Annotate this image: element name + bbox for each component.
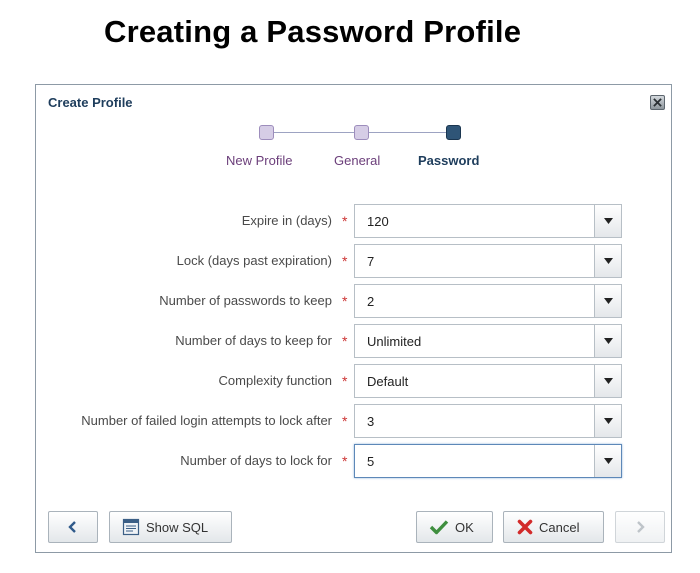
dropdown-button[interactable]	[594, 365, 621, 397]
ok-label: OK	[455, 519, 474, 535]
cancel-label: Cancel	[539, 519, 580, 535]
train-connector	[369, 132, 449, 133]
field-label: Number of days to keep for	[175, 333, 332, 348]
select-value: 7	[367, 254, 375, 269]
required-mark: *	[342, 373, 348, 389]
chevron-down-icon	[603, 258, 613, 264]
lock-duration-select[interactable]: 5	[354, 444, 622, 478]
slide-title: Creating a Password Profile	[104, 14, 522, 49]
next-button[interactable]	[615, 511, 665, 543]
train-stop-general[interactable]	[354, 125, 369, 140]
select-value: 2	[367, 294, 375, 309]
required-mark: *	[342, 213, 348, 229]
train-label-general[interactable]: General	[334, 153, 380, 168]
dropdown-button[interactable]	[594, 285, 621, 317]
show-sql-label: Show SQL	[146, 519, 209, 535]
field-label: Number of failed login attempts to lock …	[81, 413, 332, 428]
train-label-new-profile[interactable]: New Profile	[226, 153, 292, 168]
create-profile-dialog: Create Profile New Profile General Passw…	[35, 84, 672, 553]
ok-button[interactable]: OK	[416, 511, 493, 543]
required-mark: *	[342, 333, 348, 349]
chevron-left-icon	[68, 521, 76, 533]
required-mark: *	[342, 453, 348, 469]
train-stop-new-profile[interactable]	[259, 125, 274, 140]
dropdown-button[interactable]	[594, 325, 621, 357]
days-keep-select[interactable]: Unlimited	[354, 324, 622, 358]
cancel-button[interactable]: Cancel	[503, 511, 604, 543]
dropdown-button[interactable]	[594, 445, 621, 477]
form-row-failed-attempts: Number of failed login attempts to lock …	[36, 404, 671, 438]
select-value: 120	[367, 214, 389, 229]
show-sql-button[interactable]: Show SQL	[109, 511, 232, 543]
sql-document-icon	[122, 518, 140, 536]
train-label-password: Password	[418, 153, 480, 168]
field-label: Expire in (days)	[241, 213, 332, 228]
field-label: Lock (days past expiration)	[176, 253, 332, 268]
select-value: 5	[367, 454, 375, 469]
cancel-x-icon	[517, 519, 533, 535]
checkmark-icon	[429, 520, 449, 535]
passwords-keep-select[interactable]: 2	[354, 284, 622, 318]
train-connector	[274, 132, 354, 133]
chevron-down-icon	[603, 218, 613, 224]
required-mark: *	[342, 253, 348, 269]
chevron-down-icon	[603, 458, 613, 464]
lock-days-select[interactable]: 7	[354, 244, 622, 278]
train-stop-password	[446, 125, 461, 140]
failed-attempts-select[interactable]: 3	[354, 404, 622, 438]
field-label: Number of days to lock for	[180, 453, 332, 468]
form-row-lock: Lock (days past expiration) * 7	[36, 244, 671, 278]
complexity-function-select[interactable]: Default	[354, 364, 622, 398]
chevron-right-icon	[637, 521, 645, 533]
select-value: Unlimited	[367, 334, 422, 349]
back-button[interactable]	[48, 511, 98, 543]
field-label: Complexity function	[218, 373, 332, 388]
required-mark: *	[342, 293, 348, 309]
select-value: Default	[367, 374, 409, 389]
expire-days-select[interactable]: 120	[354, 204, 622, 238]
chevron-down-icon	[603, 338, 613, 344]
form-row-days-keep: Number of days to keep for * Unlimited	[36, 324, 671, 358]
form-row-expire: Expire in (days) * 120	[36, 204, 671, 238]
wizard-train: New Profile General Password	[36, 85, 671, 185]
chevron-down-icon	[603, 378, 613, 384]
dropdown-button[interactable]	[594, 205, 621, 237]
required-mark: *	[342, 413, 348, 429]
form-row-lock-duration: Number of days to lock for * 5	[36, 444, 671, 478]
field-label: Number of passwords to keep	[159, 293, 332, 308]
chevron-down-icon	[603, 418, 613, 424]
dropdown-button[interactable]	[594, 405, 621, 437]
dropdown-button[interactable]	[594, 245, 621, 277]
form-row-passwords-keep: Number of passwords to keep * 2	[36, 284, 671, 318]
form-row-complexity: Complexity function * Default	[36, 364, 671, 398]
select-value: 3	[367, 414, 375, 429]
chevron-down-icon	[603, 298, 613, 304]
